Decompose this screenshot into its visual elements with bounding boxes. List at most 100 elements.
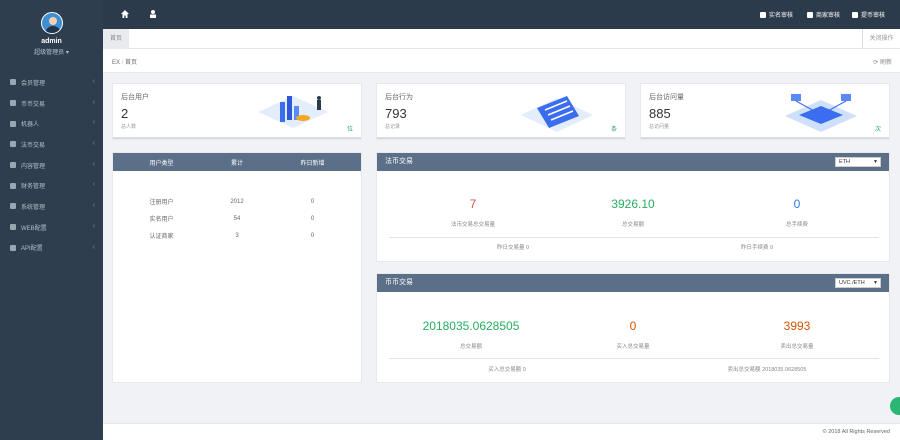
sidebar-item-robot[interactable]: 机器人 ‹ (0, 113, 103, 134)
stat-value: 793 (385, 106, 407, 121)
stat-underline (641, 137, 889, 139)
breadcrumb-root[interactable]: EX (112, 60, 120, 66)
refresh-button[interactable]: ⟳ 刷新 (873, 57, 892, 66)
table-cell: 3 (235, 232, 239, 239)
chevron-left-icon: ‹ (92, 140, 95, 148)
fiat-trade-panel: 法币交易 ETH ▼ 7 法币交易总交易量 3926.10 总交易额 0 总手续费… (376, 152, 890, 262)
metric-value: 7 (469, 197, 477, 211)
sidebar-item-coin-trade[interactable]: 币币交易 ‹ (0, 93, 103, 114)
chevron-left-icon: ‹ (92, 160, 95, 168)
user-panel: admin 超级管理员 ▾ (0, 0, 103, 70)
refresh-label: 刷新 (879, 60, 892, 66)
table-header: 用户类型 累计 昨日新增 (113, 153, 361, 171)
column-header: 用户类型 (113, 153, 211, 171)
kyc-review-link[interactable]: 实名审核 (760, 10, 793, 19)
stat-unit: 位 (346, 127, 353, 133)
chat-float-button[interactable] (890, 397, 900, 415)
copyright: © 2018 All Rights Reserved (822, 429, 890, 435)
stat-card-backend-visits: 后台访问量 885 总访问量 次 (640, 83, 890, 140)
settings-icon (10, 203, 16, 210)
stat-value: 2 (121, 106, 129, 121)
id-card-icon (760, 11, 766, 18)
coin-trade-panel: 币币交易 UVC /ETH ▼ 2018035.0628505 总交易额 0 买入… (376, 273, 890, 383)
home-icon[interactable] (120, 9, 130, 19)
sidebar-item-label: WEB配置 (21, 225, 47, 232)
withdraw-review-link[interactable]: 提币审核 (852, 10, 885, 19)
tab-home[interactable]: 首页 (103, 29, 129, 49)
metric-value: 0 (629, 319, 637, 333)
stat-unit: 条 (610, 127, 617, 133)
stat-label: 后台访问量 (649, 94, 684, 101)
sidebar-item-fiat-trade[interactable]: 法币交易 ‹ (0, 134, 103, 155)
chevron-left-icon: ‹ (92, 119, 95, 127)
stat-card-backend-users: 后台用户 2 总人数 位 (112, 83, 362, 140)
table-cell: 0 (310, 198, 315, 205)
table-row: 认证商家 3 0 (113, 227, 361, 244)
document-illustration-icon (521, 96, 593, 132)
table-row: 实名用户 54 0 (113, 210, 361, 227)
sidebar-item-web-config[interactable]: WEB配置 ‹ (0, 217, 103, 238)
table-cell: 0 (310, 232, 315, 239)
coin-footer-stat: 卖出总交易额 2018035.0628505 (727, 367, 807, 373)
table-cell: 实名用户 (149, 217, 174, 223)
metric-caption: 总交易额 (459, 344, 482, 350)
sidebar-menu: 会员管理 ‹ 币币交易 ‹ 机器人 ‹ 法币交易 ‹ 内容管理 ‹ 财务管理 ‹ 系统管理 ‹… (0, 72, 103, 258)
sidebar-item-members[interactable]: 会员管理 ‹ (0, 72, 103, 93)
avatar[interactable] (40, 12, 63, 34)
merchant-review-label: 商家审核 (816, 13, 841, 19)
finance-icon (10, 182, 16, 189)
panel-title: 币币交易 (385, 279, 413, 286)
divider (389, 358, 879, 359)
diamond-icon (10, 244, 16, 251)
dropdown-arrow-icon: ▼ (873, 280, 878, 286)
kyc-review-label: 实名审核 (769, 13, 794, 19)
network-illustration-icon (785, 94, 857, 132)
sidebar-item-system[interactable]: 系统管理 ‹ (0, 196, 103, 217)
withdraw-review-label: 提币审核 (861, 13, 886, 19)
user-role-dropdown[interactable]: 超级管理员 ▾ (0, 47, 103, 56)
sidebar-item-finance[interactable]: 财务管理 ‹ (0, 175, 103, 196)
chevron-left-icon: ‹ (92, 181, 95, 189)
user-stats-panel: 用户类型 累计 昨日新增 注册用户 2012 0 实名用户 54 0 认证商家 … (112, 152, 362, 383)
robot-icon (10, 120, 16, 127)
breadcrumb-current: 首页 (125, 60, 138, 66)
sidebar-item-label: 内容管理 (21, 163, 46, 170)
table-cell: 2012 (230, 198, 244, 205)
sidebar-item-api-config[interactable]: API配置 ‹ (0, 238, 103, 259)
sidebar-item-label: 系统管理 (21, 204, 46, 211)
stat-sub: 总人数 (121, 124, 137, 130)
user-icon (807, 11, 813, 18)
column-header: 昨日新增 (263, 153, 361, 171)
stat-label: 后台行为 (385, 94, 413, 101)
stat-sub: 总记录 (385, 124, 401, 130)
tab-bar: 首页 关闭操作 (103, 29, 900, 49)
metric-caption: 买入总交易量 (616, 344, 650, 350)
user-stats-table: 用户类型 累计 昨日新增 注册用户 2012 0 实名用户 54 0 认证商家 … (113, 153, 361, 244)
sidebar-item-content[interactable]: 内容管理 ‹ (0, 155, 103, 176)
chevron-left-icon: ‹ (92, 243, 95, 251)
laptop-icon (10, 224, 16, 231)
chevron-left-icon: ‹ (92, 98, 95, 106)
breadcrumb: EX / 首页 ⟳ 刷新 (103, 49, 900, 73)
chevron-left-icon: ‹ (92, 202, 95, 210)
table-cell: 54 (233, 215, 241, 222)
dollar-icon (10, 141, 16, 148)
stat-underline (113, 137, 361, 139)
table-row: 注册用户 2012 0 (113, 193, 361, 210)
metric-caption: 总交易额 (621, 222, 644, 228)
user-icon[interactable] (148, 9, 158, 19)
fiat-currency-select[interactable]: ETH ▼ (835, 157, 881, 167)
page-footer: © 2018 All Rights Reserved (103, 423, 900, 440)
stat-underline (377, 137, 625, 139)
username: admin (41, 38, 62, 45)
sidebar: admin 超级管理员 ▾ 会员管理 ‹ 币币交易 ‹ 机器人 ‹ 法币交易 ‹ 内容管… (0, 0, 103, 440)
sidebar-item-label: 法币交易 (21, 142, 46, 149)
sidebar-item-label: 财务管理 (21, 184, 46, 191)
close-operations-button[interactable]: 关闭操作 (862, 29, 900, 49)
metric-caption: 卖出总交易量 (780, 344, 814, 350)
stat-value: 885 (649, 106, 671, 121)
stat-card-backend-actions: 后台行为 793 总记录 条 (376, 83, 626, 140)
coin-pair-select[interactable]: UVC /ETH ▼ (835, 278, 881, 288)
stat-unit: 次 (874, 127, 881, 133)
merchant-review-link[interactable]: 商家审核 (807, 10, 840, 19)
